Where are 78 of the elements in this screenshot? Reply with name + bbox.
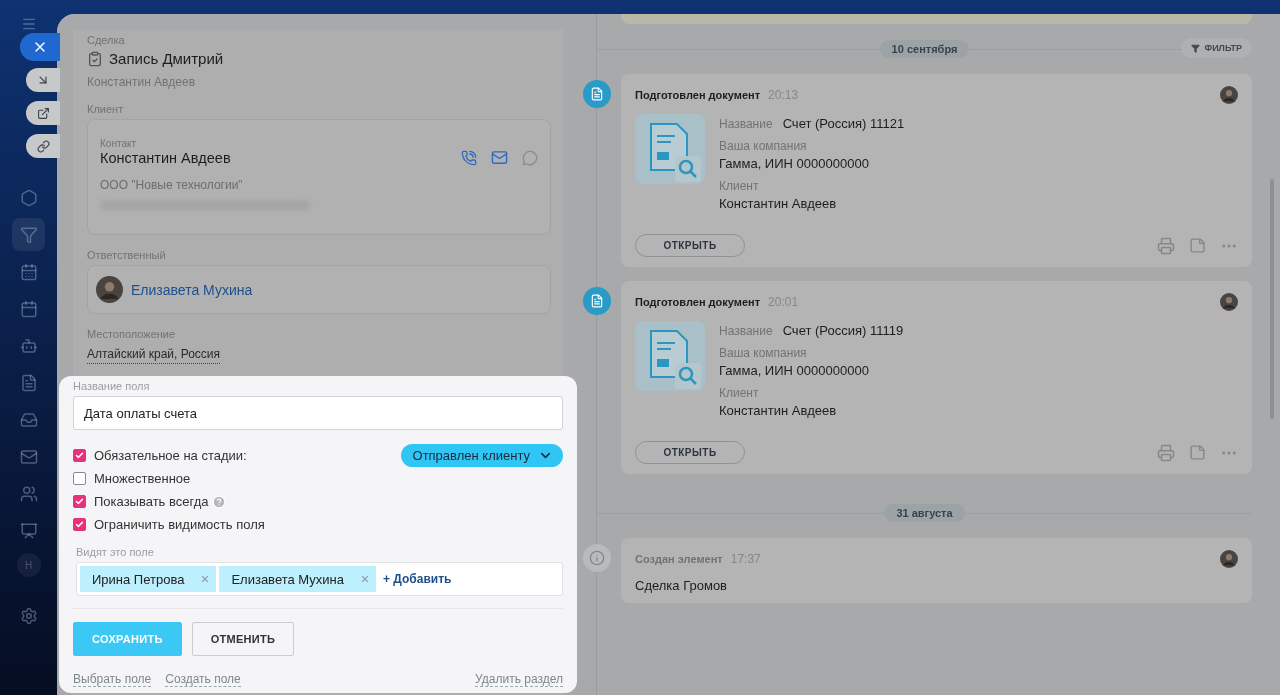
remove-icon[interactable] <box>200 574 211 584</box>
option-label: Множественное <box>94 471 191 486</box>
field-label: Название <box>719 117 773 131</box>
event-text: Сделка Громов <box>635 578 728 593</box>
phone-icon[interactable] <box>461 149 477 166</box>
field-value: Гамма, ИИН 0000000000 <box>719 156 869 171</box>
date-pill: 31 августа <box>884 504 965 522</box>
deal-title: Запись Дмитрий <box>109 50 224 67</box>
delete-link[interactable]: Удалить раздел <box>475 672 563 687</box>
note-icon[interactable] <box>1189 236 1206 254</box>
avatar-icon <box>1220 550 1238 568</box>
field-label: Название <box>719 324 773 338</box>
field-value: Счет (Россия) 11119 <box>782 323 904 338</box>
option-label: Показывать всегда <box>94 494 209 509</box>
footer-link[interactable]: Создать поле <box>165 672 241 687</box>
avatar-icon <box>96 276 123 303</box>
section-label: Местоположение <box>87 328 177 340</box>
print-icon[interactable] <box>1157 443 1175 462</box>
user-chip: Елизавета Мухина <box>219 566 376 592</box>
checkbox[interactable] <box>73 495 86 508</box>
help-icon[interactable] <box>212 494 227 509</box>
close-button[interactable] <box>20 33 60 61</box>
company-name: ООО "Новые технологии" <box>100 178 244 192</box>
funnel-icon[interactable] <box>12 218 45 251</box>
field-name-input[interactable]: Дата оплаты счета <box>73 396 563 430</box>
info-icon <box>583 544 611 572</box>
field-label: Клиент <box>719 386 759 400</box>
chat-icon[interactable] <box>522 149 538 166</box>
location-value[interactable]: Алтайский край, Россия <box>87 347 221 364</box>
external-link-icon <box>36 106 50 120</box>
deal-subtitle: Константин Авдеев <box>87 75 197 89</box>
filter-icon <box>1191 43 1201 53</box>
option-label: Обязательное на стадии: <box>94 448 247 463</box>
field-name-label: Название поля <box>73 380 151 392</box>
link-button[interactable] <box>26 134 60 158</box>
deal-icon <box>87 50 103 67</box>
event-title: Подготовлен документ <box>635 89 761 101</box>
arrow-down-right-button[interactable] <box>26 68 60 92</box>
document-icon <box>583 287 611 315</box>
note-icon[interactable] <box>1189 443 1206 461</box>
contact-name: Константин Авдеев <box>100 149 232 166</box>
filter-button[interactable]: ФИЛЬТР <box>1181 38 1252 58</box>
event-title: Создан элемент <box>635 553 723 565</box>
checkbox[interactable] <box>73 449 86 462</box>
document-preview-icon <box>635 321 705 391</box>
field-label: Ваша компания <box>719 139 807 153</box>
user-link[interactable]: Елизавета Мухина <box>131 281 253 298</box>
section-label: Ответственный <box>87 249 167 261</box>
print-icon[interactable] <box>1157 236 1175 255</box>
contact-label: Контакт <box>100 138 137 149</box>
field-value: Константин Авдеев <box>719 403 837 418</box>
field-label: Клиент <box>719 179 759 193</box>
cancel-button[interactable]: ОТМЕНИТЬ <box>191 622 295 656</box>
link-icon <box>36 139 50 153</box>
field-value: Константин Авдеев <box>719 196 837 211</box>
document-icon <box>583 80 611 108</box>
avatar-icon <box>1220 293 1238 311</box>
user-chip: Ирина Петрова <box>80 566 217 592</box>
external-link-button[interactable] <box>26 101 60 125</box>
add-link[interactable]: + Добавить <box>383 572 452 586</box>
remove-icon[interactable] <box>360 574 370 584</box>
checkbox[interactable] <box>73 518 86 531</box>
users-field[interactable]: Ирина Петрова Елизавета Мухина + Добавить <box>76 562 563 596</box>
mail-icon[interactable] <box>491 149 508 166</box>
section-label: Сделка <box>87 34 126 46</box>
checkbox[interactable] <box>73 472 86 485</box>
avatar-icon <box>1220 86 1238 104</box>
field-value: Счет (Россия) 11121 <box>782 116 905 131</box>
visible-label: Видят это поле <box>76 546 155 558</box>
event-title: Подготовлен документ <box>635 296 761 308</box>
field-value: Гамма, ИИН 0000000000 <box>719 363 869 378</box>
document-preview-icon <box>635 114 705 184</box>
footer-link[interactable]: Выбрать поле <box>73 672 152 687</box>
section-label: Клиент <box>87 103 125 115</box>
field-label: Ваша компания <box>719 346 807 360</box>
stage-dropdown[interactable]: Отправлен клиенту <box>400 444 563 467</box>
option-label: Ограничить видимость поля <box>94 517 265 532</box>
date-pill: 10 сентября <box>879 40 970 58</box>
